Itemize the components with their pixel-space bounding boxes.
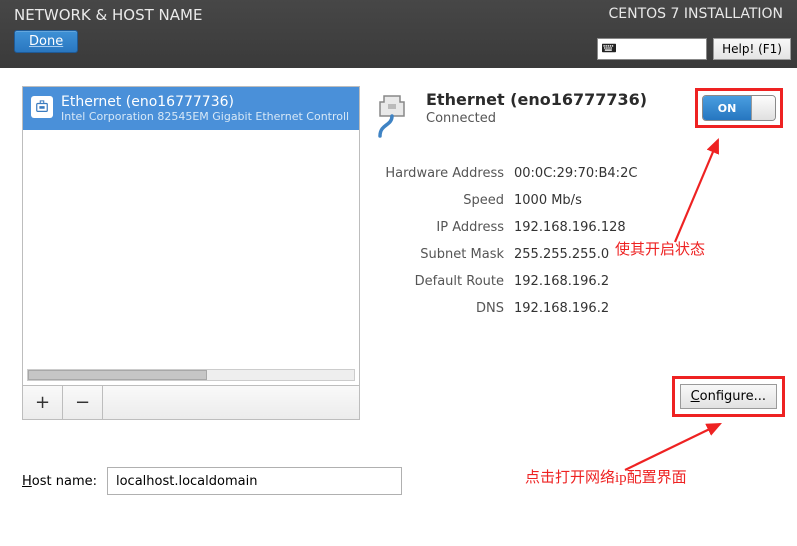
- annotation-box-configure: Configure...: [672, 376, 785, 417]
- detail-label: DNS: [374, 301, 504, 316]
- detail-label: Default Route: [374, 274, 504, 289]
- annotation-arrow-configure: [620, 418, 730, 478]
- add-nic-button[interactable]: +: [23, 386, 63, 419]
- keyboard-layout-value: us: [622, 42, 636, 56]
- page-title: NETWORK & HOST NAME: [14, 6, 202, 24]
- detail-value: 192.168.196.128: [514, 220, 626, 235]
- nic-item-name: Ethernet (eno16777736): [61, 94, 349, 110]
- detail-label: Hardware Address: [374, 166, 504, 181]
- remove-nic-button[interactable]: −: [63, 386, 103, 419]
- detail-value: 1000 Mb/s: [514, 193, 582, 208]
- toggle-on-label: ON: [703, 96, 751, 120]
- installer-title: CENTOS 7 INSTALLATION: [609, 6, 783, 22]
- help-button[interactable]: Help! (F1): [713, 38, 791, 60]
- nic-item-desc: Intel Corporation 82545EM Gigabit Ethern…: [61, 110, 349, 123]
- horizontal-scrollbar[interactable]: [27, 369, 355, 381]
- connection-status: Connected: [426, 111, 683, 126]
- configure-button[interactable]: Configure...: [680, 384, 777, 409]
- nic-list-item[interactable]: Ethernet (eno16777736) Intel Corporation…: [23, 87, 359, 130]
- ethernet-plug-icon: [374, 90, 414, 142]
- detail-value: 00:0C:29:70:B4:2C: [514, 166, 637, 181]
- hostname-label: Host name:: [22, 474, 97, 489]
- detail-label: Speed: [374, 193, 504, 208]
- detail-value: 192.168.196.2: [514, 274, 609, 289]
- connection-toggle[interactable]: ON: [702, 95, 776, 121]
- annotation-configure-hint: 点击打开网络ip配置界面: [525, 466, 687, 487]
- connection-details: Hardware Address 00:0C:29:70:B4:2C Speed 1…: [374, 160, 783, 322]
- connection-name: Ethernet (eno16777736): [426, 90, 683, 109]
- detail-value: 255.255.255.0: [514, 247, 609, 262]
- detail-label: Subnet Mask: [374, 247, 504, 262]
- keyboard-icon: [602, 42, 616, 56]
- detail-value: 192.168.196.2: [514, 301, 609, 316]
- toggle-knob: [751, 96, 775, 120]
- hostname-input[interactable]: [107, 467, 402, 495]
- toolbar-spacer: [103, 386, 359, 419]
- detail-label: IP Address: [374, 220, 504, 235]
- ethernet-icon: [31, 96, 53, 118]
- annotation-box-toggle: ON: [695, 88, 783, 128]
- keyboard-layout-selector[interactable]: us: [597, 38, 707, 60]
- nic-list: Ethernet (eno16777736) Intel Corporation…: [22, 86, 360, 386]
- done-button[interactable]: Done: [14, 30, 78, 53]
- scrollbar-thumb[interactable]: [28, 370, 207, 380]
